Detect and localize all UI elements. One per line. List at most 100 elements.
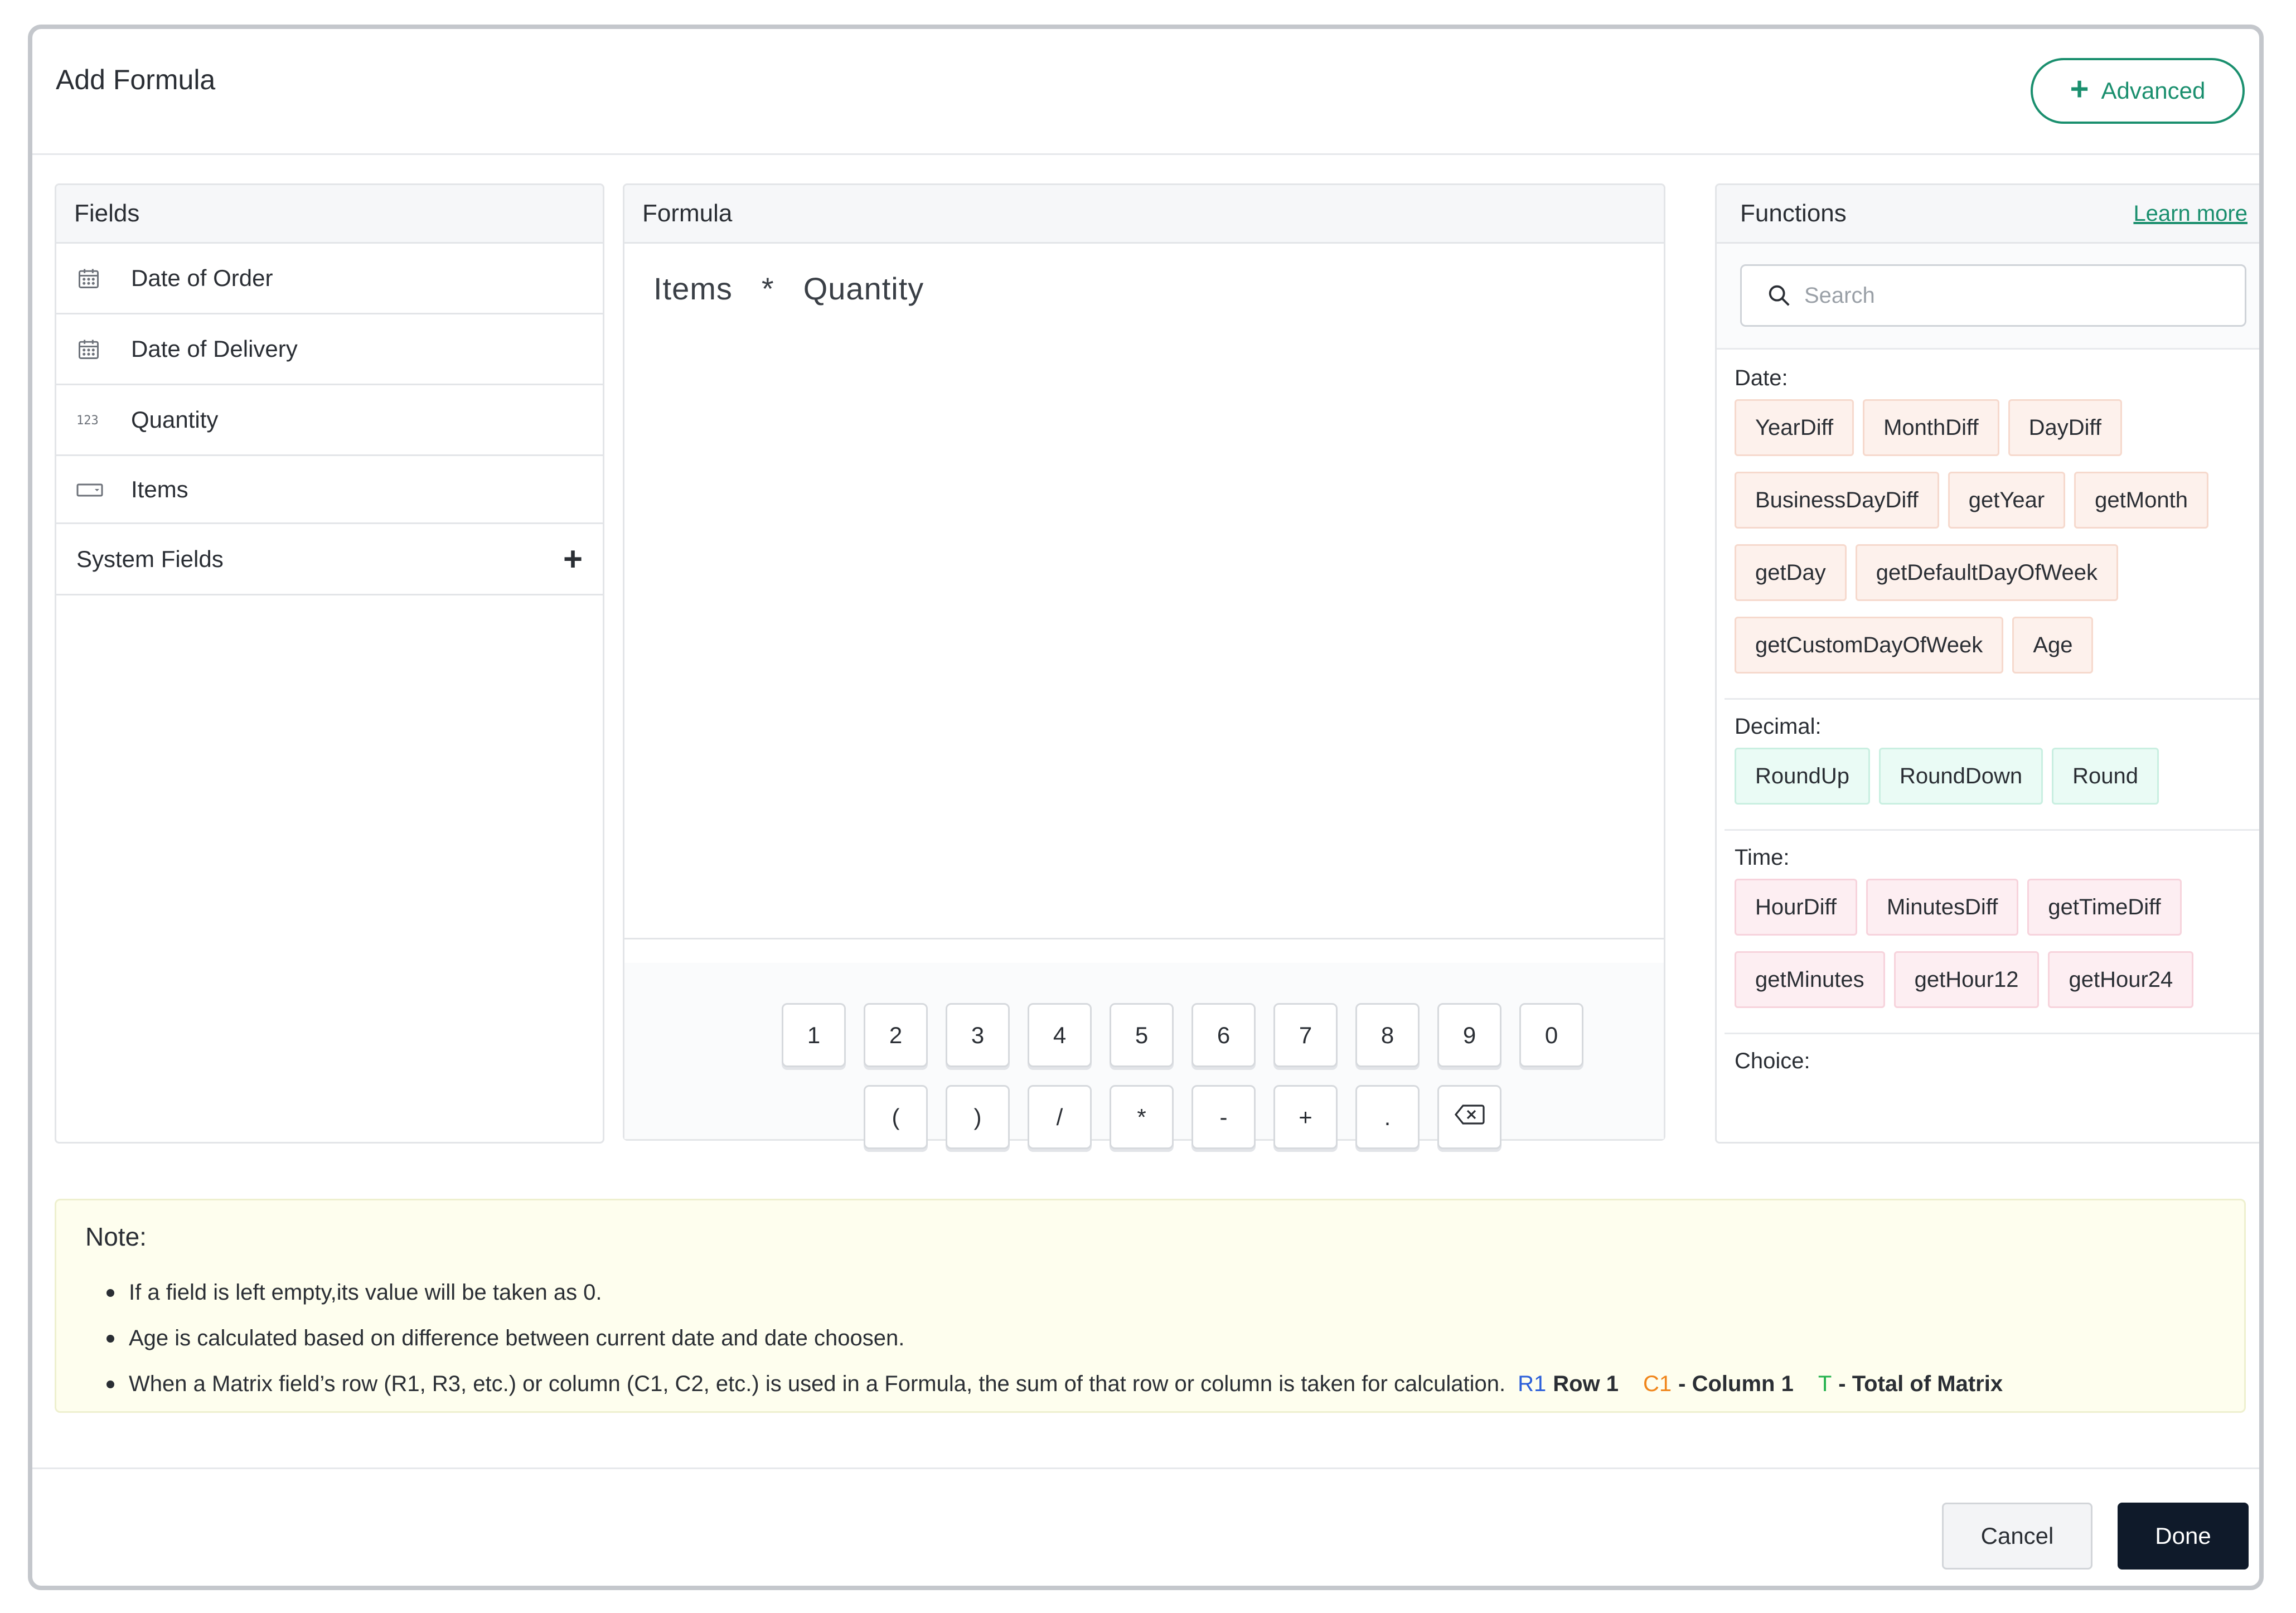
key-7[interactable]: 7 xyxy=(1273,1003,1338,1067)
function-chip[interactable]: getYear xyxy=(1948,472,2066,529)
function-search-area xyxy=(1717,244,2259,350)
function-chip[interactable]: DayDiff xyxy=(2008,399,2122,456)
calendar-icon xyxy=(76,266,108,290)
field-item-quantity[interactable]: 123 Quantity xyxy=(56,385,603,456)
key-9[interactable]: 9 xyxy=(1437,1003,1501,1067)
field-label: Date of Delivery xyxy=(131,336,298,362)
function-chip[interactable]: HourDiff xyxy=(1735,879,1857,936)
system-fields-label: System Fields xyxy=(76,545,224,572)
key-3[interactable]: 3 xyxy=(946,1003,1010,1067)
functions-title: Functions xyxy=(1740,200,1847,227)
function-group-choice: Choice: xyxy=(1725,1034,2259,1082)
expand-plus-icon[interactable]: + xyxy=(563,540,583,578)
function-chip[interactable]: getTimeDiff xyxy=(2027,879,2182,936)
key-plus[interactable]: + xyxy=(1273,1085,1338,1149)
note-title: Note: xyxy=(85,1222,147,1251)
note-box: Note: If a field is left empty,its value… xyxy=(55,1199,2246,1413)
function-chip[interactable]: YearDiff xyxy=(1735,399,1854,456)
fields-header: Fields xyxy=(56,185,603,244)
legend-row-code: R1 xyxy=(1518,1371,1547,1396)
formula-token[interactable]: * xyxy=(762,270,774,307)
legend-total-text: - Total of Matrix xyxy=(1838,1371,2003,1396)
function-search-input[interactable] xyxy=(1804,283,2195,308)
key-2[interactable]: 2 xyxy=(864,1003,928,1067)
function-chip[interactable]: Age xyxy=(2012,617,2094,674)
function-chip[interactable]: getHour12 xyxy=(1893,951,2040,1008)
search-icon xyxy=(1766,283,1792,308)
keypad: 1 2 3 4 5 6 7 8 9 0 ( ) / * - + . xyxy=(624,963,1664,1149)
functions-header: Functions Learn more xyxy=(1717,185,2259,244)
key-4[interactable]: 4 xyxy=(1028,1003,1092,1067)
key-multiply[interactable]: * xyxy=(1110,1085,1174,1149)
dropdown-field-icon xyxy=(76,481,108,498)
formula-editor[interactable]: Items * Quantity xyxy=(624,244,1664,939)
key-5[interactable]: 5 xyxy=(1110,1003,1174,1067)
function-chip[interactable]: getDay xyxy=(1735,544,1847,601)
function-chip[interactable]: getMonth xyxy=(2074,472,2208,529)
legend-column-text: - Column 1 xyxy=(1678,1371,1794,1396)
done-button[interactable]: Done xyxy=(2118,1503,2249,1570)
plus-icon: + xyxy=(2070,71,2089,107)
note-list: If a field is left empty,its value will … xyxy=(106,1270,2003,1407)
function-chip[interactable]: MonthDiff xyxy=(1863,399,1999,456)
field-item-date-of-order[interactable]: Date of Order xyxy=(56,244,603,314)
function-chip[interactable]: getMinutes xyxy=(1735,951,1885,1008)
key-0[interactable]: 0 xyxy=(1519,1003,1583,1067)
function-chip[interactable]: Round xyxy=(2052,748,2159,805)
calendar-icon xyxy=(76,337,108,361)
key-divide[interactable]: / xyxy=(1028,1085,1092,1149)
svg-text:123: 123 xyxy=(76,414,99,428)
function-group-label: Choice: xyxy=(1735,1049,1810,1073)
dialog-header: Add Formula + Advanced xyxy=(32,29,2259,155)
function-group-time: Time: HourDiff MinutesDiff getTimeDiff g… xyxy=(1725,831,2259,1034)
field-item-items[interactable]: Items xyxy=(56,456,603,524)
function-list[interactable]: Date: YearDiff MonthDiff DayDiff Busines… xyxy=(1717,351,2259,1125)
note-item: When a Matrix field’s row (R1, R3, etc.)… xyxy=(106,1361,2003,1407)
system-fields-row[interactable]: System Fields + xyxy=(56,524,603,595)
function-group-decimal: Decimal: RoundUp RoundDown Round xyxy=(1725,700,2259,831)
field-item-date-of-delivery[interactable]: Date of Delivery xyxy=(56,314,603,385)
cancel-button[interactable]: Cancel xyxy=(1942,1503,2092,1570)
formula-token[interactable]: Quantity xyxy=(803,270,924,307)
function-group-label: Time: xyxy=(1735,845,1790,870)
functions-panel: Functions Learn more Date: YearDiff Mont… xyxy=(1715,183,2259,1144)
function-chip[interactable]: RoundDown xyxy=(1879,748,2043,805)
field-label: Date of Order xyxy=(131,265,273,291)
field-label: Items xyxy=(131,476,188,502)
key-open-paren[interactable]: ( xyxy=(864,1085,928,1149)
add-formula-dialog: Add Formula + Advanced Fields Date of Or… xyxy=(28,25,2264,1590)
legend-total-code: T xyxy=(1818,1371,1832,1396)
note-item: If a field is left empty,its value will … xyxy=(106,1270,2003,1315)
backspace-key[interactable] xyxy=(1437,1085,1501,1149)
function-chip[interactable]: BusinessDayDiff xyxy=(1735,472,1939,529)
function-group-label: Decimal: xyxy=(1735,714,1822,739)
note-item: Age is calculated based on difference be… xyxy=(106,1315,2003,1361)
key-1[interactable]: 1 xyxy=(782,1003,846,1067)
function-chip[interactable]: MinutesDiff xyxy=(1866,879,2019,936)
number-123-icon: 123 xyxy=(76,411,108,428)
function-chip[interactable]: RoundUp xyxy=(1735,748,1871,805)
function-chip[interactable]: getCustomDayOfWeek xyxy=(1735,617,2004,674)
fields-panel: Fields Date of Order Date of Delivery 12… xyxy=(55,183,604,1144)
key-decimal[interactable]: . xyxy=(1355,1085,1420,1149)
function-chip[interactable]: getHour24 xyxy=(2048,951,2194,1008)
formula-header: Formula xyxy=(624,185,1664,244)
key-minus[interactable]: - xyxy=(1191,1085,1256,1149)
key-close-paren[interactable]: ) xyxy=(946,1085,1010,1149)
learn-more-link[interactable]: Learn more xyxy=(2133,201,2247,226)
function-group-label: Date: xyxy=(1735,366,1788,390)
advanced-button[interactable]: + Advanced xyxy=(2031,58,2245,124)
legend-column-code: C1 xyxy=(1643,1371,1672,1396)
legend-row-text: Row 1 xyxy=(1553,1371,1619,1396)
key-8[interactable]: 8 xyxy=(1355,1003,1420,1067)
advanced-button-label: Advanced xyxy=(2101,77,2206,104)
backspace-icon xyxy=(1454,1103,1485,1131)
function-chip[interactable]: getDefaultDayOfWeek xyxy=(1855,544,2118,601)
formula-token[interactable]: Items xyxy=(653,270,733,307)
field-label: Quantity xyxy=(131,406,219,433)
dialog-footer: Cancel Done xyxy=(32,1467,2259,1586)
function-group-date: Date: YearDiff MonthDiff DayDiff Busines… xyxy=(1725,351,2259,700)
dialog-title: Add Formula xyxy=(56,64,216,95)
function-search-box[interactable] xyxy=(1740,264,2246,327)
key-6[interactable]: 6 xyxy=(1191,1003,1256,1067)
